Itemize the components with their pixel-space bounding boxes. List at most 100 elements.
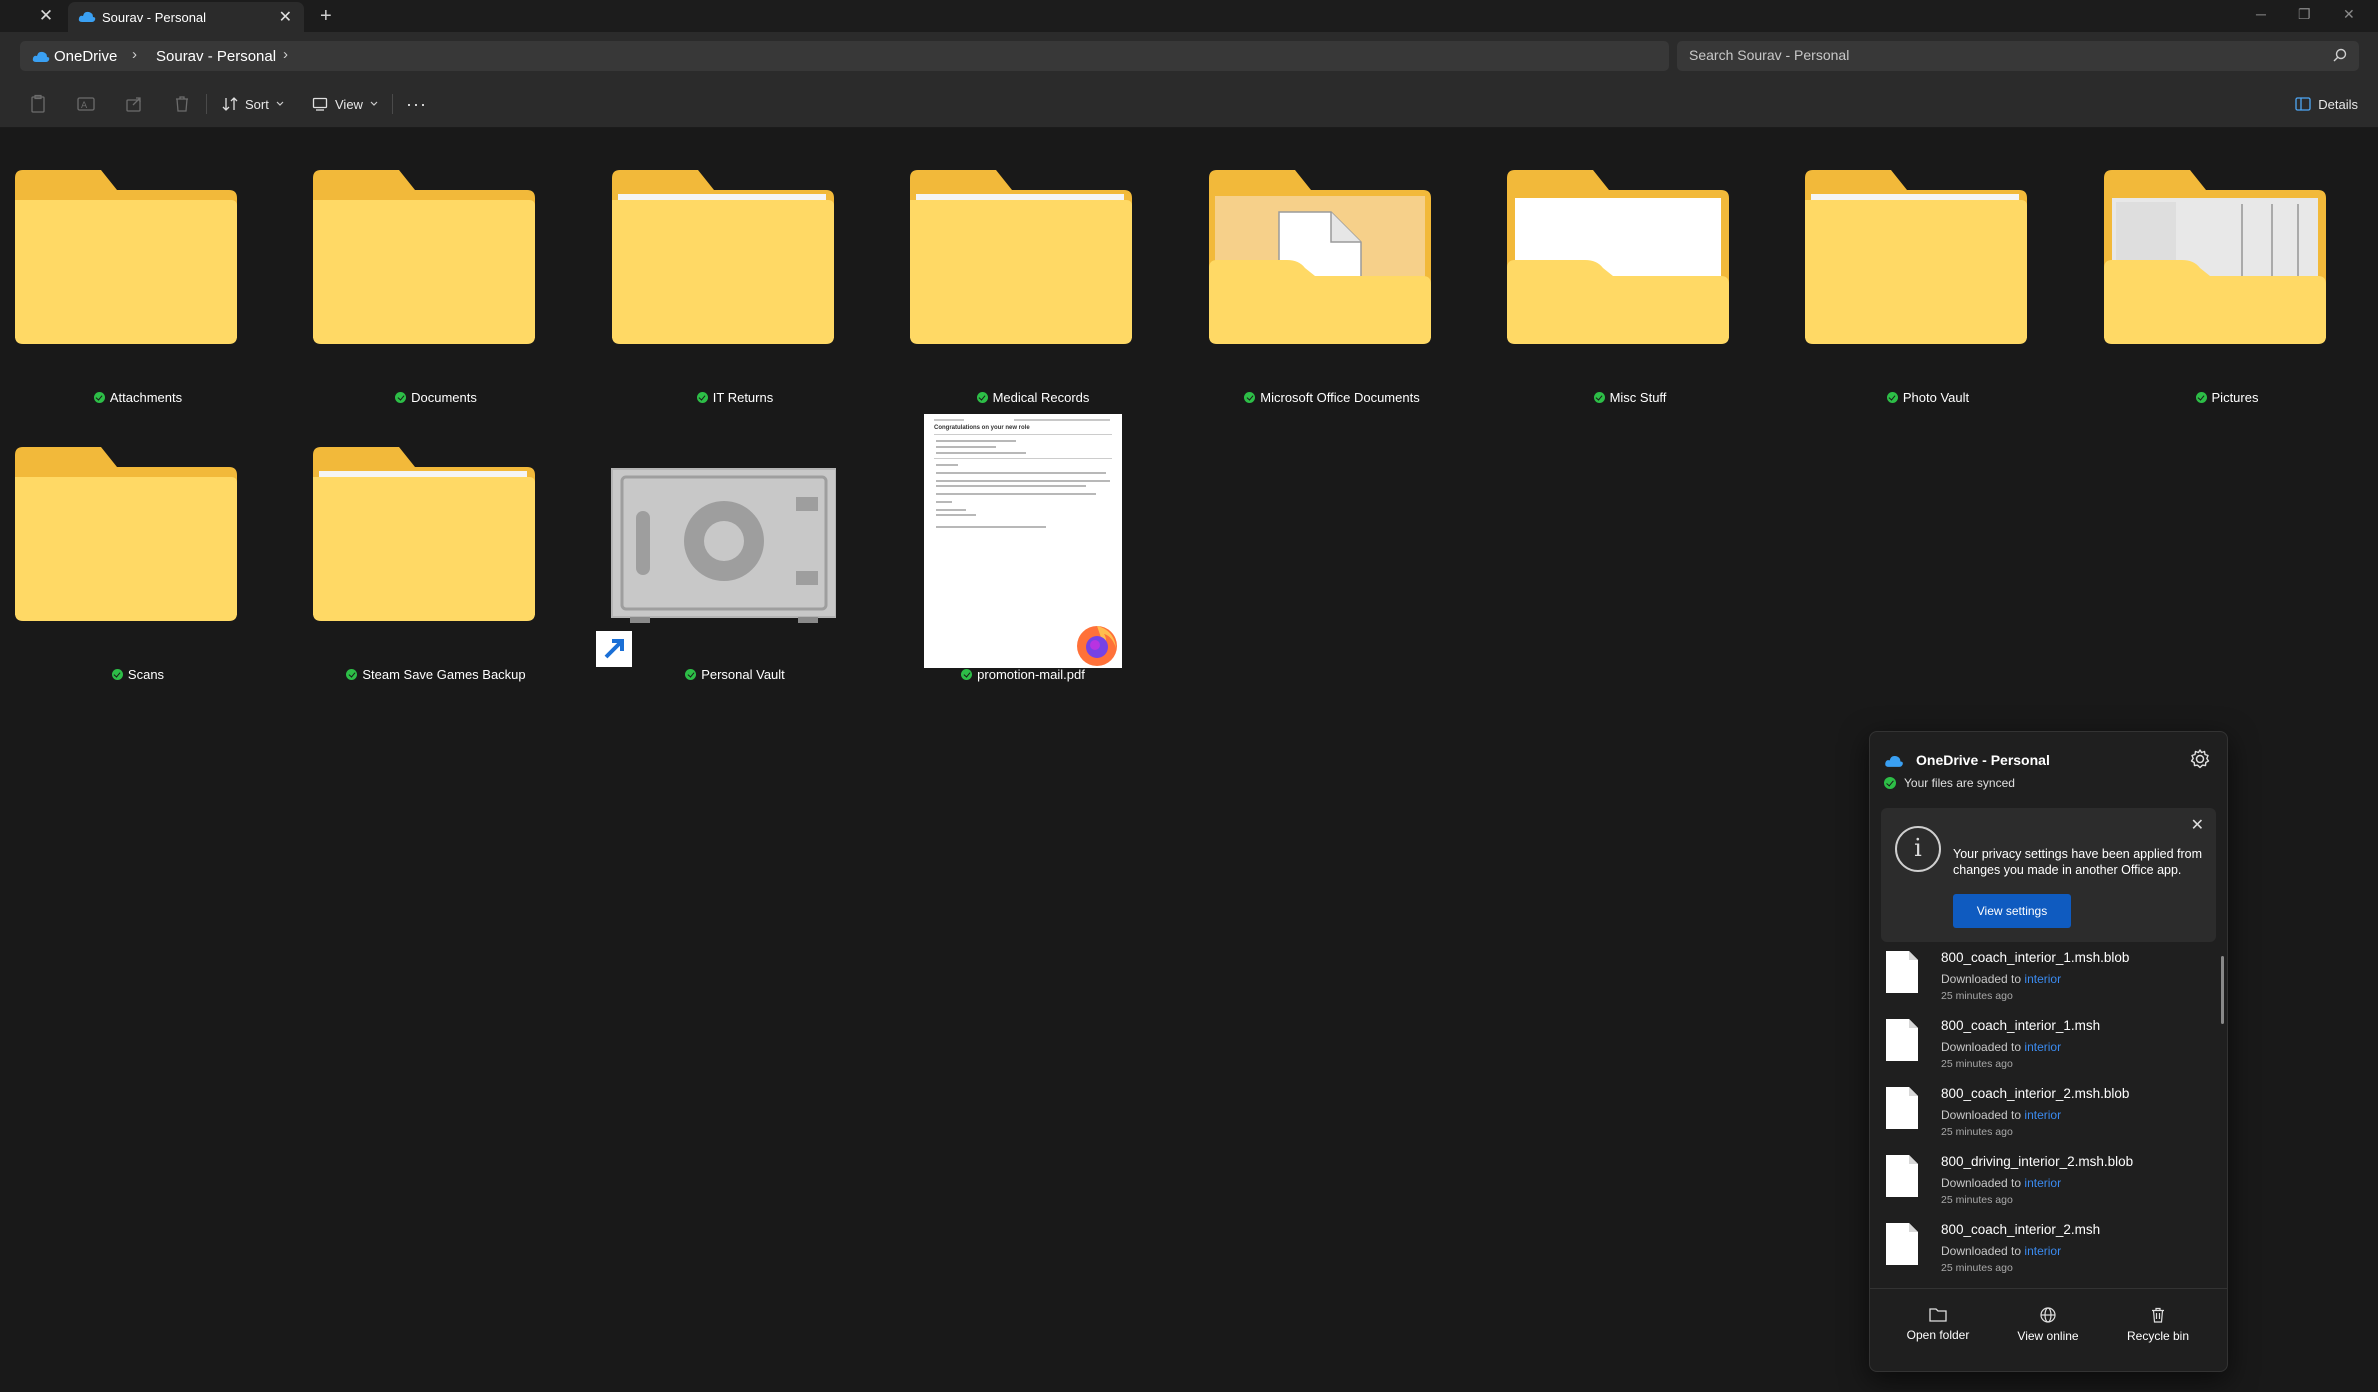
command-divider	[392, 94, 393, 114]
folder-link[interactable]: interior	[2024, 1108, 2061, 1122]
folder-icon	[1805, 170, 2027, 344]
notice-close-icon[interactable]: ✕	[2191, 815, 2204, 835]
pdf-text-line	[936, 501, 952, 503]
share-icon[interactable]	[124, 94, 144, 114]
file-action: Downloaded to interior	[1941, 1176, 2062, 1190]
folder-item[interactable]: Steam Save Games Backup	[311, 445, 561, 715]
folder-link[interactable]: interior	[2024, 972, 2061, 986]
folder-link[interactable]: interior	[2024, 1040, 2061, 1054]
folder-item[interactable]: Photo Vault	[1803, 168, 2053, 438]
sort-label: Sort	[245, 96, 269, 112]
file-name: 800_coach_interior_1.msh	[1941, 1018, 2101, 1033]
sort-button[interactable]: Sort	[222, 92, 284, 116]
folder-icon	[1507, 170, 1729, 344]
search-icon[interactable]	[2333, 48, 2347, 62]
pdf-text-line	[936, 509, 966, 511]
close-window-icon[interactable]: ✕	[36, 4, 56, 28]
delete-icon[interactable]	[172, 94, 192, 114]
view-settings-button[interactable]: View settings	[1953, 894, 2071, 928]
pdf-text-line	[936, 480, 1110, 482]
folder-item[interactable]: Medical Records	[908, 168, 1158, 438]
view-button[interactable]: View	[312, 92, 378, 116]
file-icon	[1886, 1019, 1918, 1061]
new-tab-button[interactable]: +	[320, 4, 332, 28]
minimize-icon[interactable]: ─	[2256, 4, 2266, 24]
folder-link[interactable]: interior	[2024, 1176, 2061, 1190]
folder-icon	[1209, 170, 1431, 344]
info-icon: i	[1895, 826, 1941, 872]
onedrive-cloud-icon	[78, 11, 96, 22]
pdf-thumbnail[interactable]: Congratulations on your new role	[924, 414, 1122, 668]
pdf-text-line	[936, 493, 1096, 495]
file-time: 25 minutes ago	[1941, 1126, 2013, 1138]
sort-icon	[222, 97, 238, 111]
view-online-button[interactable]: View online	[1998, 1307, 2098, 1343]
activity-item[interactable]: 800_coach_interior_2.msh Downloaded to i…	[1870, 1222, 2210, 1290]
tab-sourav-personal[interactable]: Sourav - Personal ✕	[68, 2, 304, 32]
folder-item[interactable]: Misc Stuff	[1505, 168, 1755, 438]
restore-icon[interactable]: ❐	[2298, 4, 2311, 24]
open-folder-button[interactable]: Open folder	[1888, 1307, 1988, 1342]
onedrive-cloud-icon	[1885, 755, 1903, 767]
sync-status-icon	[961, 669, 973, 680]
folder-icon	[910, 170, 1132, 344]
folder-item[interactable]: Documents	[311, 168, 561, 438]
breadcrumb-onedrive[interactable]: OneDrive	[54, 48, 117, 65]
globe-icon	[2040, 1307, 2056, 1323]
pdf-text-line	[936, 514, 976, 516]
search-box[interactable]	[1677, 41, 2359, 71]
pdf-text-line	[936, 485, 1086, 487]
onedrive-flyout: OneDrive - Personal Your files are synce…	[1869, 731, 2228, 1372]
file-name: 800_coach_interior_2.msh.blob	[1941, 1086, 2130, 1101]
close-app-icon[interactable]: ✕	[2343, 4, 2355, 24]
more-options-button[interactable]: ···	[406, 92, 427, 116]
pdf-text-line	[1014, 419, 1110, 421]
chevron-right-icon[interactable]: ›	[283, 46, 288, 63]
file-name: 800_driving_interior_2.msh.blob	[1941, 1154, 2134, 1169]
command-divider	[206, 94, 207, 114]
activity-item[interactable]: 800_coach_interior_1.msh Downloaded to i…	[1870, 1018, 2210, 1086]
file-icon	[1886, 1223, 1918, 1265]
file-time: 25 minutes ago	[1941, 1194, 2013, 1206]
paste-icon[interactable]	[28, 94, 48, 114]
rename-icon[interactable]: A	[76, 94, 96, 114]
activity-item[interactable]: 800_coach_interior_2.msh.blob Downloaded…	[1870, 1086, 2210, 1154]
folder-item[interactable]: IT Returns	[610, 168, 860, 438]
details-label: Details	[2318, 96, 2358, 112]
details-button[interactable]: Details	[2295, 92, 2358, 116]
activity-item[interactable]: 800_coach_interior_1.msh.blob Downloaded…	[1870, 950, 2210, 1018]
chevron-right-icon[interactable]: ›	[132, 46, 137, 63]
folder-icon	[15, 170, 237, 344]
sync-status-text: Your files are synced	[1904, 776, 2015, 790]
folder-item[interactable]: Scans	[13, 445, 263, 715]
folder-link[interactable]: interior	[2024, 1244, 2061, 1258]
search-input[interactable]	[1689, 47, 2289, 63]
gear-icon[interactable]	[2189, 748, 2211, 770]
firefox-icon	[1077, 626, 1117, 666]
file-icon	[1886, 1087, 1918, 1129]
item-label: Misc Stuff	[1505, 390, 1755, 405]
vault-item[interactable]: Personal Vault	[596, 445, 846, 715]
breadcrumb-current[interactable]: Sourav - Personal	[156, 48, 276, 65]
tab-close-icon[interactable]: ✕	[279, 7, 292, 27]
sync-status-icon	[1244, 392, 1256, 403]
sync-status-icon	[696, 392, 708, 403]
activity-scrollbar[interactable]	[2221, 956, 2224, 1024]
sync-status-icon	[2195, 392, 2207, 403]
folder-item[interactable]: Microsoft Office Documents	[1207, 168, 1457, 438]
file-action: Downloaded to interior	[1941, 1244, 2062, 1258]
sync-status-icon	[111, 669, 123, 680]
item-label: Attachments	[13, 390, 263, 405]
folder-item[interactable]: Pictures	[2102, 168, 2352, 438]
breadcrumb[interactable]: OneDrive › Sourav - Personal ›	[20, 41, 1669, 71]
notice-text: Your privacy settings have been applied …	[1953, 847, 2202, 877]
sync-status-icon	[1593, 392, 1605, 403]
vault-safe-icon	[596, 468, 836, 667]
activity-item[interactable]: 800_driving_interior_2.msh.blob Download…	[1870, 1154, 2210, 1222]
item-label: Photo Vault	[1803, 390, 2053, 405]
folder-item[interactable]: Attachments	[13, 168, 263, 438]
sync-status-icon	[976, 392, 988, 403]
pdf-text-line	[936, 472, 1106, 474]
recycle-bin-button[interactable]: Recycle bin	[2108, 1307, 2208, 1343]
privacy-notice: i ✕ Your privacy settings have been appl…	[1881, 808, 2216, 942]
